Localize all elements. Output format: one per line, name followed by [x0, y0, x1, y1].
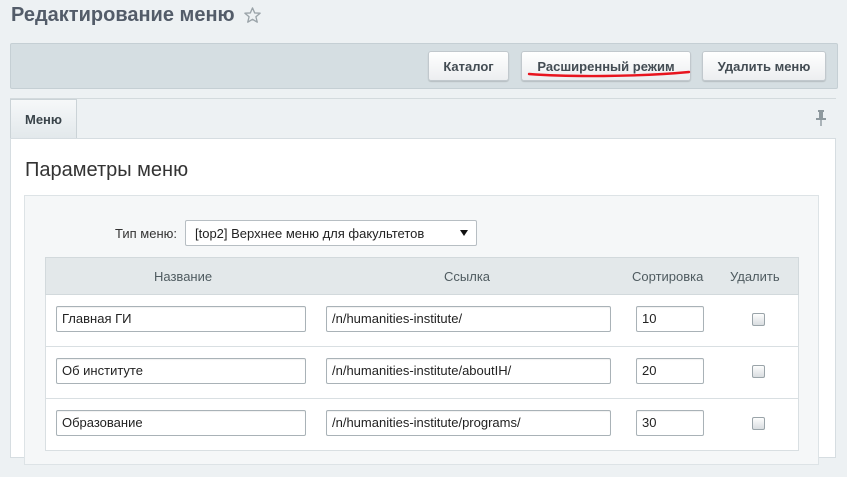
item-delete-checkbox[interactable] [752, 313, 765, 326]
item-delete-checkbox[interactable] [752, 417, 765, 430]
header-name: Название [154, 269, 213, 284]
item-delete-checkbox[interactable] [752, 365, 765, 378]
item-name-input[interactable]: Образование [56, 410, 306, 436]
toolbar: Каталог Расширенный режим Удалить меню [10, 43, 838, 89]
item-name-input[interactable]: Главная ГИ [56, 306, 306, 332]
header-link: Ссылка [444, 269, 491, 284]
menu-panel: Параметры меню Тип меню: [top2] Верхнее … [10, 138, 836, 465]
page-title: Редактирование меню [11, 4, 262, 27]
page-title-text: Редактирование меню [11, 4, 235, 26]
table-header: Название Ссылка Сортировка Удалить [45, 257, 799, 295]
dropdown-arrow-icon [460, 230, 468, 236]
menu-items-table: Название Ссылка Сортировка Удалить Главн… [45, 257, 799, 477]
item-link-input[interactable]: /n/humanities-institute/aboutIH/ [326, 358, 611, 384]
table-row: Об институте /n/humanities-institute/abo… [45, 347, 799, 399]
item-link-input[interactable]: /n/humanities-institute/ [326, 306, 611, 332]
delete-menu-button[interactable]: Удалить меню [702, 51, 826, 81]
item-name-input[interactable]: Об институте [56, 358, 306, 384]
tabs-bar: Меню [10, 98, 836, 139]
red-underline-annotation [527, 70, 691, 78]
table-row: Образование /n/humanities-institute/prog… [45, 399, 799, 451]
catalog-button[interactable]: Каталог [428, 51, 509, 81]
pin-icon[interactable] [814, 109, 828, 127]
table-row: Главная ГИ /n/humanities-institute/ 10 [45, 295, 799, 347]
menu-params-box: Тип меню: [top2] Верхнее меню для факуль… [24, 195, 819, 465]
header-sort: Сортировка [632, 269, 704, 284]
menu-type-select[interactable]: [top2] Верхнее меню для факультетов [185, 220, 477, 246]
header-delete: Удалить [730, 269, 780, 284]
item-link-input[interactable]: /n/humanities-institute/programs/ [326, 410, 611, 436]
menu-type-label: Тип меню: [115, 226, 177, 241]
menu-type-selected: [top2] Верхнее меню для факультетов [195, 225, 425, 241]
item-sort-input[interactable]: 30 [636, 410, 704, 436]
item-sort-input[interactable]: 10 [636, 306, 704, 332]
tab-menu[interactable]: Меню [10, 99, 77, 139]
section-title: Параметры меню [25, 159, 189, 181]
item-sort-input[interactable]: 20 [636, 358, 704, 384]
star-icon[interactable] [243, 6, 262, 25]
